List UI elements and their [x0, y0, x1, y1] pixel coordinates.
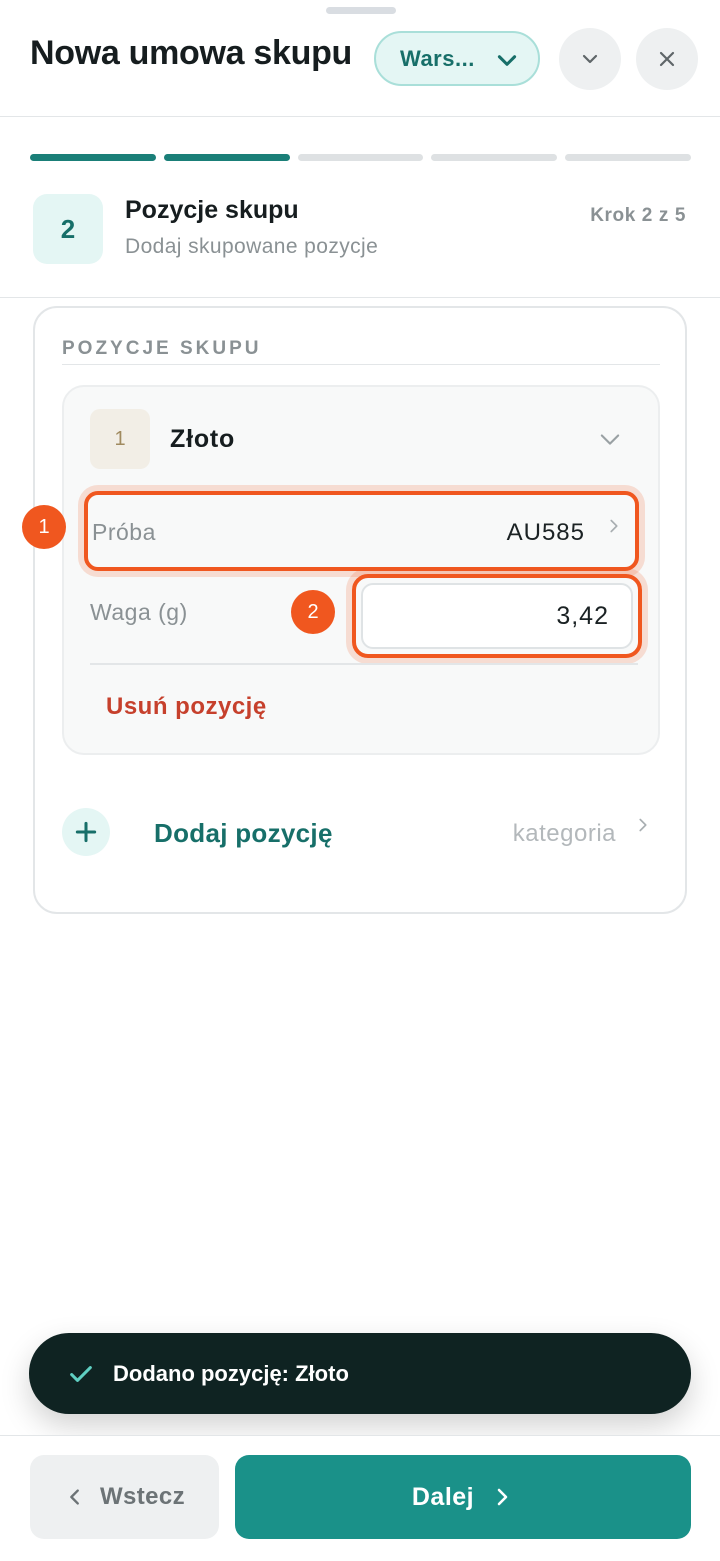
chevron-right-icon — [497, 1488, 508, 1506]
item-divider — [90, 663, 638, 665]
step-subtitle: Dodaj skupowane pozycje — [125, 235, 379, 258]
progress-segment-3 — [297, 154, 424, 161]
back-button[interactable]: Wstecz — [30, 1455, 219, 1539]
weight-field-highlight — [352, 574, 642, 658]
remove-item-button[interactable]: Usuń pozycję — [106, 693, 267, 721]
weight-input[interactable] — [361, 583, 633, 649]
chevron-down-icon[interactable] — [596, 425, 624, 453]
toast-notification: Dodano pozycję: Złoto — [29, 1333, 691, 1414]
progress-segment-1 — [30, 154, 156, 161]
step-header: 2 Pozycje skupu Dodaj skupowane pozycje … — [0, 180, 720, 298]
plus-icon — [62, 808, 110, 856]
step-progress-bar — [30, 154, 691, 161]
purchase-item: 1 Złoto Próba AU585 Waga (g) Usuń pozycj… — [62, 385, 660, 755]
chevron-right-icon — [639, 818, 647, 832]
section-label: POZYCJE SKUPU — [62, 338, 262, 359]
probe-value: AU585 — [506, 519, 585, 546]
close-icon — [659, 51, 675, 67]
back-button-label: Wstecz — [99, 1483, 186, 1510]
probe-label: Próba — [92, 519, 156, 545]
chevron-left-icon — [70, 1489, 79, 1505]
progress-segment-5 — [565, 154, 691, 161]
items-card: POZYCJE SKUPU 1 Złoto Próba AU585 Waga (… — [33, 306, 687, 914]
progress-segment-4 — [431, 154, 558, 161]
sheet-header: Nowa umowa skupu Wars... — [0, 0, 720, 117]
probe-select-row[interactable]: Próba AU585 — [84, 491, 639, 571]
annotation-marker-1: 1 — [22, 505, 66, 549]
close-button[interactable] — [636, 28, 698, 90]
step-title: Pozycje skupu — [125, 196, 299, 224]
add-item-button[interactable]: Dodaj pozycję kategoria — [62, 798, 660, 868]
item-name: Złoto — [170, 425, 236, 453]
branch-selector[interactable]: Wars... — [374, 31, 540, 86]
weight-label: Waga (g) — [90, 599, 188, 625]
step-number-badge: 2 — [33, 194, 103, 264]
next-button-label: Dalej — [411, 1482, 475, 1511]
step-counter: Krok 2 z 5 — [590, 205, 686, 226]
annotation-marker-2: 2 — [291, 590, 335, 634]
check-icon — [70, 1365, 92, 1382]
chevron-down-icon — [497, 55, 517, 66]
toast-message: Dodano pozycję: Złoto — [113, 1360, 349, 1386]
add-item-label: Dodaj pozycję — [154, 818, 333, 848]
progress-segment-2 — [163, 154, 290, 161]
footer-nav: Wstecz Dalej — [0, 1435, 720, 1561]
section-divider — [62, 364, 660, 365]
chevron-down-icon — [582, 54, 598, 64]
collapse-button[interactable] — [559, 28, 621, 90]
branch-selector-label: Wars... — [400, 45, 475, 71]
chevron-right-icon — [610, 519, 618, 533]
item-index-badge: 1 — [90, 409, 150, 469]
page-title: Nowa umowa skupu — [30, 34, 353, 72]
next-button[interactable]: Dalej — [235, 1455, 691, 1539]
add-item-category: kategoria — [512, 820, 616, 847]
